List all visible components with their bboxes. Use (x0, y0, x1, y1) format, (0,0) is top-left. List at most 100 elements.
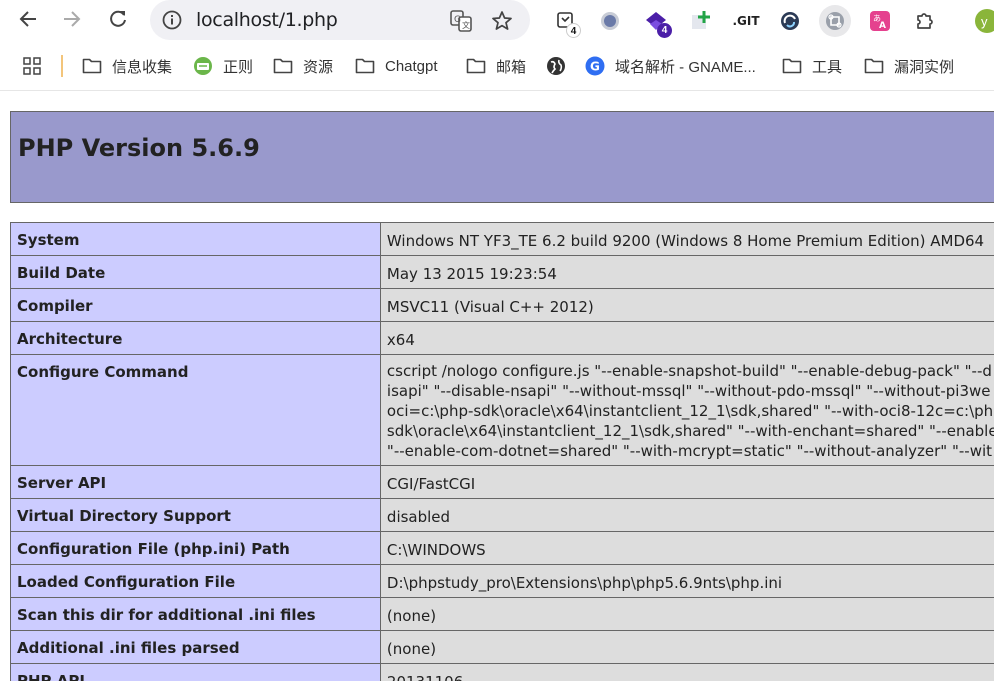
git-extension[interactable]: .GIT (731, 7, 761, 35)
row-value: MSVC11 (Visual C++ 2012) (379, 288, 994, 322)
row-value: cscript /nologo configure.js "--enable-s… (379, 354, 994, 466)
phpinfo-table-body: System Windows NT YF3_TE 6.2 build 9200 (… (10, 222, 994, 681)
page-title: PHP Version 5.6.9 (18, 134, 260, 162)
chrome-divider (0, 90, 994, 91)
row-value-line: oci=c:\php-sdk\oracle\x64\instantclient_… (386, 402, 994, 420)
table-row: Virtual Directory Support disabled (10, 498, 994, 532)
translate-extension-icon: あA (870, 11, 890, 31)
row-key: Build Date (10, 255, 381, 289)
profile-avatar[interactable]: y (975, 9, 994, 33)
address-url[interactable]: localhost/1.php (196, 9, 338, 31)
bookmark-globe[interactable] (546, 55, 576, 77)
bookmark-star-icon[interactable] (490, 9, 514, 33)
table-row: Configuration File (php.ini) Path C:\WIND… (10, 531, 994, 565)
globe-icon (547, 57, 565, 75)
bookmark-label: 资源 (303, 58, 334, 76)
table-row: Additional .ini files parsed (none) (10, 630, 994, 664)
row-key: Loaded Configuration File (10, 564, 381, 598)
row-value-line: Windows NT YF3_TE 6.2 build 9200 (Window… (386, 232, 985, 250)
settings-extension[interactable] (819, 5, 851, 37)
reload-button[interactable] (105, 6, 131, 32)
bookmark-label: 正则 (223, 58, 254, 76)
bookmark-folder-vuln-examples[interactable]: 漏洞实例 (864, 55, 954, 77)
puzzle-icon (917, 13, 933, 29)
g-site-icon: G (585, 56, 605, 76)
wappalyzer-badge: 4 (657, 23, 672, 38)
extensions-menu-button[interactable] (911, 7, 939, 35)
bookmark-regex[interactable]: 正则 (193, 55, 253, 77)
row-value: C:\WINDOWS (379, 531, 994, 565)
translate-extension[interactable]: あA (866, 7, 894, 35)
folder-icon (782, 58, 802, 74)
row-value: (none) (379, 597, 994, 631)
row-value-line: sdk\oracle\x64\instantclient_12_1\sdk,sh… (386, 422, 994, 440)
table-row: System Windows NT YF3_TE 6.2 build 9200 (… (10, 222, 994, 256)
forward-button[interactable] (59, 6, 85, 32)
row-key: Additional .ini files parsed (10, 630, 381, 664)
bookmarks-separator (61, 55, 63, 77)
bookmark-folder-info-collection[interactable]: 信息收集 (82, 55, 172, 77)
bookmark-label: 域名解析 - GNAME... (615, 58, 756, 76)
folder-icon (82, 58, 102, 74)
bookmark-folder-chatgpt[interactable]: Chatgpt (355, 55, 438, 77)
svg-text:G: G (590, 60, 600, 74)
plus-extension[interactable] (687, 7, 715, 35)
row-key: Configuration File (php.ini) Path (10, 531, 381, 565)
row-key: Server API (10, 465, 381, 499)
bookmark-label: 工具 (812, 58, 843, 76)
row-value-line: CGI/FastCGI (386, 475, 476, 493)
back-arrow-icon (19, 11, 36, 27)
row-value-line: C:\WINDOWS (386, 541, 486, 559)
back-button[interactable] (15, 6, 41, 32)
row-value: (none) (379, 630, 994, 664)
row-key: System (10, 222, 381, 256)
row-value: D:\phpstudy_pro\Extensions\php\php5.6.9n… (379, 564, 994, 598)
folder-icon (355, 58, 375, 74)
plus-extension-icon (692, 11, 710, 29)
svg-text:文: 文 (462, 20, 470, 30)
scan-extension-badge: 4 (566, 23, 581, 38)
bookmark-label: 邮箱 (496, 58, 527, 76)
proxy-extension[interactable] (776, 7, 804, 35)
apps-button[interactable] (22, 55, 52, 77)
site-info-icon[interactable] (161, 9, 183, 31)
scan-extension[interactable]: 4 (552, 7, 581, 38)
table-row: Build Date May 13 2015 19:23:54 (10, 255, 994, 289)
row-key: PHP API (10, 663, 381, 681)
address-bar[interactable]: localhost/1.php G文 (150, 0, 530, 40)
row-value-line: disabled (386, 508, 451, 526)
phpinfo-table: System Windows NT YF3_TE 6.2 build 9200 (… (10, 222, 994, 681)
bookmark-gname-dns[interactable]: G 域名解析 - GNAME... (585, 55, 756, 77)
row-value-line: (none) (386, 607, 437, 625)
row-value-line: cscript /nologo configure.js "--enable-s… (386, 362, 992, 380)
translate-page-icon[interactable]: G文 (449, 9, 473, 33)
row-value-line: "--enable-com-dotnet=shared" "--with-mcr… (386, 442, 993, 460)
row-key: Configure Command (10, 354, 381, 466)
folder-icon (466, 58, 486, 74)
table-row: Compiler MSVC11 (Visual C++ 2012) (10, 288, 994, 322)
bookmark-folder-tools[interactable]: 工具 (782, 55, 842, 77)
bookmark-folder-resources[interactable]: 资源 (273, 55, 333, 77)
apps-grid-icon (23, 57, 41, 75)
row-value-line: May 13 2015 19:23:54 (386, 265, 557, 283)
row-value-line: MSVC11 (Visual C++ 2012) (386, 298, 594, 316)
bookmark-folder-mailbox[interactable]: 邮箱 (466, 55, 526, 77)
profile-initial: y (981, 13, 988, 29)
table-row: Architecture x64 (10, 321, 994, 355)
record-extension[interactable] (596, 7, 624, 35)
proxy-extension-icon (781, 12, 799, 30)
row-value-line: (none) (386, 640, 437, 658)
row-value-line: D:\phpstudy_pro\Extensions\php\php5.6.9n… (386, 574, 783, 592)
table-row: Configure Command cscript /nologo configu… (10, 354, 994, 466)
row-value: May 13 2015 19:23:54 (379, 255, 994, 289)
browser-toolbar: localhost/1.php G文 4 4 .GIT あA y (0, 0, 994, 42)
reload-icon (110, 10, 126, 27)
table-row: Loaded Configuration File D:\phpstudy_pro… (10, 564, 994, 598)
row-value: 20131106 (379, 663, 994, 681)
command-extension-icon (826, 12, 844, 30)
wappalyzer-extension[interactable]: 4 (643, 7, 672, 38)
row-value-line: isapi" "--disable-nsapi" "--without-mssq… (386, 382, 991, 400)
row-value-line: 20131106 (387, 672, 994, 681)
row-value: Windows NT YF3_TE 6.2 build 9200 (Window… (379, 222, 994, 256)
row-key: Compiler (10, 288, 381, 322)
